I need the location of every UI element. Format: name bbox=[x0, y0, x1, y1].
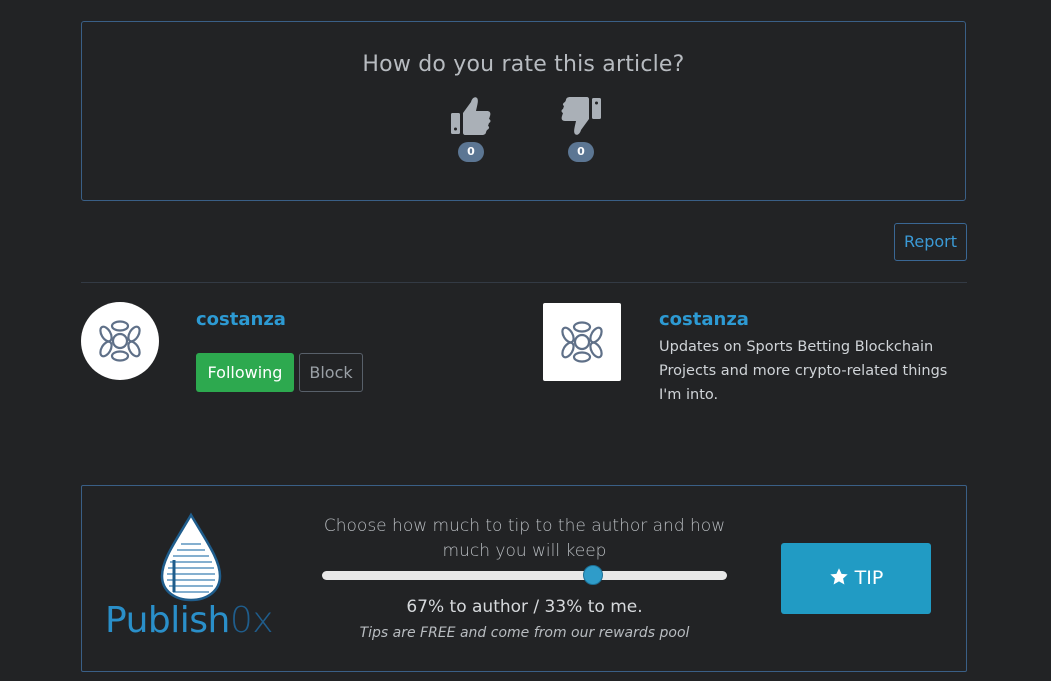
ink-drop-icon bbox=[160, 512, 222, 602]
dislike-count: 0 bbox=[568, 142, 594, 162]
publication-name-link[interactable]: costanza bbox=[659, 309, 749, 330]
publication-bio: Updates on Sports Betting Blockchain Pro… bbox=[659, 339, 948, 403]
tip-note: Tips are FREE and come from our rewards … bbox=[359, 625, 690, 641]
divider bbox=[81, 282, 967, 283]
publish0x-logo: Publish0x bbox=[105, 512, 285, 642]
tip-split-slider[interactable] bbox=[322, 565, 727, 585]
rating-title: How do you rate this article? bbox=[362, 52, 685, 77]
tip-button[interactable]: TIP bbox=[781, 543, 931, 614]
author-name-link[interactable]: costanza bbox=[196, 309, 286, 330]
logo-text-main: Publish bbox=[105, 600, 230, 641]
thumbs-up-icon bbox=[451, 97, 491, 135]
thumbs-up-button[interactable]: 0 bbox=[449, 94, 493, 162]
logo-text-suffix: 0x bbox=[229, 600, 274, 641]
tip-split-text: 67% to author / 33% to me. bbox=[406, 597, 643, 617]
report-button[interactable]: Report bbox=[894, 223, 967, 261]
following-button[interactable]: Following bbox=[196, 353, 294, 392]
publication-avatar[interactable] bbox=[543, 303, 621, 381]
block-button[interactable]: Block bbox=[299, 353, 363, 392]
thumbs-down-button[interactable]: 0 bbox=[559, 94, 603, 162]
thumbs-down-icon bbox=[561, 97, 601, 135]
tip-button-label: TIP bbox=[854, 567, 884, 589]
like-count: 0 bbox=[458, 142, 484, 162]
logo-wordmark: Publish0x bbox=[105, 600, 274, 641]
publication-avatar-icon bbox=[561, 321, 603, 363]
author-avatar[interactable] bbox=[81, 302, 159, 380]
star-icon bbox=[829, 567, 848, 584]
tip-description: Choose how much to tip to the author and… bbox=[323, 516, 726, 561]
author-avatar-icon bbox=[99, 320, 141, 362]
rating-card: How do you rate this article? 0 0 bbox=[81, 21, 966, 201]
